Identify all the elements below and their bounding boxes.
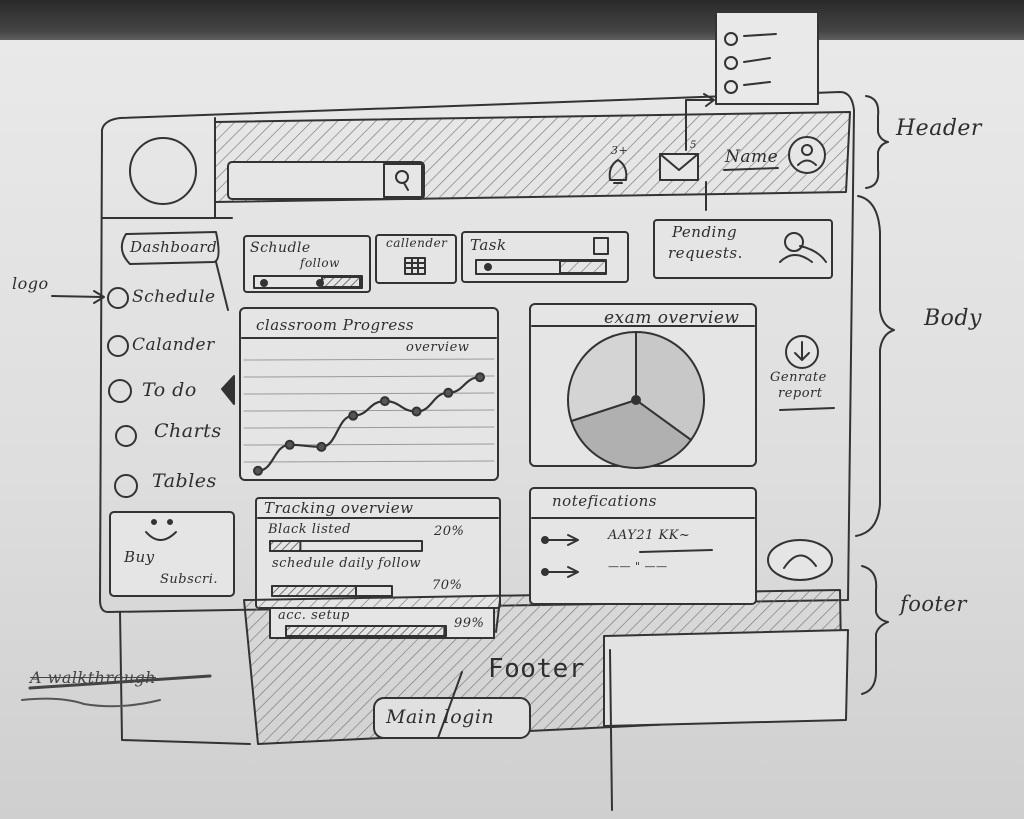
report-line-2[interactable]: report — [778, 386, 823, 401]
footer-brace — [861, 565, 889, 695]
notification-item-1[interactable]: AAY21 KK~ — [608, 528, 690, 543]
tracking-title: Tracking overview — [264, 499, 414, 517]
notification-item-2[interactable]: —— " —— — [608, 560, 668, 573]
schedule-card-title[interactable]: Schudle — [250, 240, 311, 256]
tracking-fill-1 — [269, 540, 302, 552]
header-brace — [865, 95, 889, 189]
exam-title: exam overview — [604, 308, 740, 328]
sidebar-active-marker — [221, 375, 235, 405]
tracking-fill-3 — [285, 625, 446, 637]
notification-badge: 3+ — [611, 144, 629, 157]
chart-point — [475, 372, 485, 383]
tracking-row-3-value: 99% — [454, 616, 485, 631]
schedule-card-subtitle: follow — [300, 256, 340, 270]
tracking-row-2-value: 70% — [432, 578, 463, 593]
pending-card-title[interactable]: Pending — [672, 223, 737, 241]
promo-line-2[interactable]: Subscri. — [160, 572, 218, 587]
footer-label: Footer — [488, 654, 585, 684]
classroom-subtitle: overview — [406, 340, 470, 355]
tracking-row-1-value: 20% — [434, 524, 465, 539]
body-annotation: Body — [924, 306, 982, 331]
chart-point — [348, 410, 359, 421]
sidebar-item-charts[interactable]: Charts — [154, 420, 222, 442]
chart-point — [379, 396, 390, 407]
logo-circle — [129, 137, 197, 205]
calendar-card-title[interactable]: callender — [386, 236, 447, 250]
classroom-title: classroom Progress — [256, 316, 415, 334]
sidebar-item-dashboard[interactable]: Dashboard — [130, 238, 217, 256]
scroll-top-button — [767, 539, 833, 581]
main-login-label[interactable]: Main login — [386, 706, 494, 728]
pending-card-subtitle: requests. — [668, 244, 743, 262]
mail-badge: 5 — [690, 140, 697, 151]
chart-point — [284, 439, 295, 450]
chart-point — [253, 465, 263, 476]
promo-line-1[interactable]: Buy — [124, 548, 155, 566]
chart-point — [316, 441, 327, 452]
calendar-icon — [107, 335, 129, 357]
tables-icon — [114, 474, 138, 498]
tracking-row-2-label: schedule daily follow — [272, 556, 421, 571]
wireframe-sketch — [21, 11, 895, 811]
sidebar-item-todo[interactable]: To do — [142, 379, 197, 401]
report-line-1[interactable]: Genrate — [770, 370, 827, 385]
body-brace — [855, 195, 895, 537]
tracking-fill-2 — [271, 585, 357, 597]
sidebar-item-tables[interactable]: Tables — [152, 470, 217, 492]
chart-point — [411, 406, 422, 417]
pie-center — [631, 395, 641, 405]
exam-pie — [567, 331, 705, 469]
tracking-row-1-label: Black listed — [268, 522, 351, 537]
footer-annotation: footer — [900, 592, 967, 616]
user-name[interactable]: Name — [725, 147, 778, 167]
logo-annotation: logo — [12, 274, 49, 293]
todo-icon — [108, 379, 132, 403]
charts-icon — [115, 425, 137, 447]
search-button — [383, 163, 423, 198]
tracking-row-3-label: acc. setup — [278, 608, 350, 623]
header-annotation: Header — [896, 116, 982, 141]
chart-point — [443, 387, 454, 398]
notifications-title: notefications — [552, 492, 658, 510]
task-card-title[interactable]: Task — [470, 236, 507, 254]
crossed-note: A walkthrough — [30, 668, 157, 687]
sidebar-item-schedule[interactable]: Schedule — [132, 287, 216, 307]
logo-arrow — [51, 290, 105, 304]
sidebar-item-calendar[interactable]: Calander — [132, 335, 215, 355]
schedule-icon — [107, 287, 129, 309]
